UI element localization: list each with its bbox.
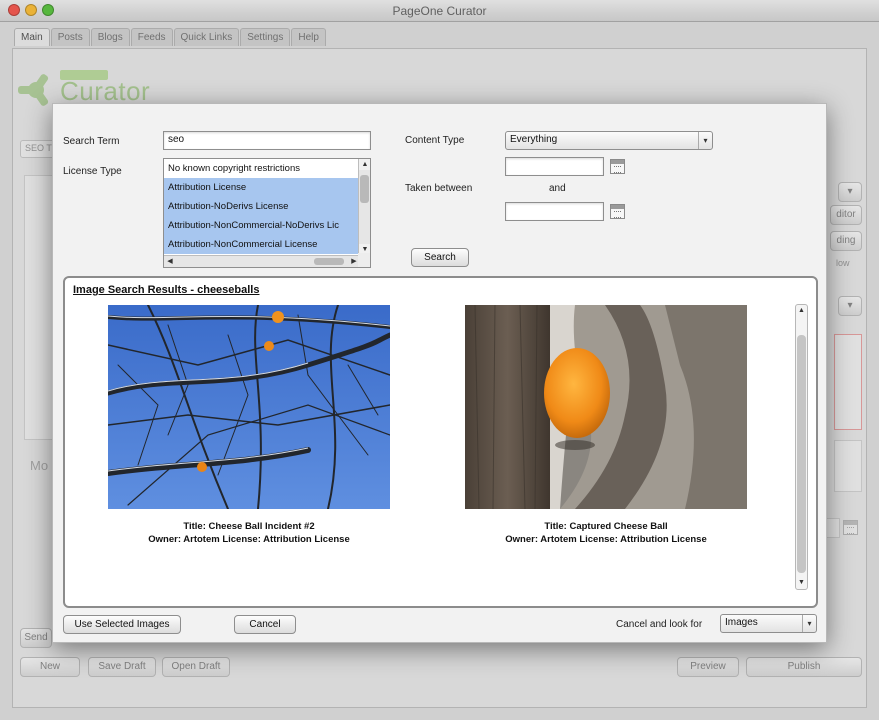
publish-button[interactable]: Publish bbox=[746, 657, 862, 677]
window-title: PageOne Curator bbox=[392, 4, 487, 18]
chevron-down-icon: ▾ bbox=[698, 132, 712, 149]
result-image-2[interactable] bbox=[465, 305, 747, 509]
content-type-label: Content Type bbox=[405, 135, 465, 146]
result-title-2: Title: Captured Cheese Ball bbox=[544, 521, 668, 532]
tab-feeds[interactable]: Feeds bbox=[130, 28, 173, 46]
background-dropdown-2[interactable]: ▾ bbox=[838, 296, 862, 316]
tab-quick-links[interactable]: Quick Links bbox=[173, 28, 240, 46]
result-caption-2: Title: Captured Cheese Ball Owner: Artot… bbox=[465, 520, 747, 546]
result-owner-1: Owner: Artotem License: Attribution Lice… bbox=[148, 534, 350, 545]
result-title-1: Title: Cheese Ball Incident #2 bbox=[183, 521, 315, 532]
new-button[interactable]: New bbox=[20, 657, 80, 677]
look-for-select[interactable]: Images ▾ bbox=[720, 614, 817, 633]
scroll-thumb[interactable] bbox=[360, 175, 369, 203]
background-info-box bbox=[834, 440, 862, 492]
tab-help[interactable]: Help bbox=[291, 28, 326, 46]
results-title: Image Search Results - cheeseballs bbox=[73, 284, 260, 296]
background-editor-area bbox=[24, 175, 54, 440]
cancel-button[interactable]: Cancel bbox=[234, 615, 296, 634]
look-for-value: Images bbox=[725, 617, 758, 628]
background-editor-button[interactable]: ditor bbox=[830, 205, 862, 225]
license-options: No known copyright restrictions Attributi… bbox=[164, 159, 370, 254]
license-option[interactable]: Attribution-NoDerivs License bbox=[164, 197, 370, 216]
license-option[interactable]: No known copyright restrictions bbox=[164, 159, 370, 178]
scroll-up-arrow-icon[interactable]: ▲ bbox=[359, 159, 370, 170]
license-list-vertical-scrollbar[interactable]: ▲ ▼ bbox=[358, 159, 370, 255]
tab-blogs[interactable]: Blogs bbox=[90, 28, 130, 46]
scroll-corner bbox=[358, 253, 370, 267]
license-type-label: License Type bbox=[63, 166, 122, 177]
license-type-list[interactable]: No known copyright restrictions Attributi… bbox=[163, 158, 371, 268]
results-scroll-thumb[interactable] bbox=[797, 335, 806, 573]
horizontal-scroll-thumb[interactable] bbox=[314, 258, 344, 265]
tab-settings[interactable]: Settings bbox=[240, 28, 291, 46]
results-scroll-up-icon[interactable]: ▲ bbox=[796, 305, 807, 317]
background-flow-label: low bbox=[836, 258, 850, 268]
result-card-2[interactable]: Title: Captured Cheese Ball Owner: Artot… bbox=[465, 305, 747, 546]
image-search-results-panel: Image Search Results - cheeseballs Title… bbox=[63, 276, 818, 608]
license-option[interactable]: Attribution-NonCommercial License bbox=[164, 235, 370, 254]
scroll-left-arrow-icon[interactable]: ◀ bbox=[164, 256, 176, 267]
main-tab-bar: Main Posts Blogs Feeds Quick Links Setti… bbox=[14, 28, 327, 46]
background-more-label: Mo bbox=[30, 458, 49, 473]
use-selected-images-button[interactable]: Use Selected Images bbox=[63, 615, 181, 634]
taken-between-label: Taken between bbox=[405, 183, 473, 194]
background-calendar-icon[interactable] bbox=[843, 520, 858, 535]
tab-main[interactable]: Main bbox=[14, 28, 50, 46]
result-owner-2: Owner: Artotem License: Attribution Lice… bbox=[505, 534, 707, 545]
license-option[interactable]: Attribution-NonCommercial-NoDerivs Lic bbox=[164, 216, 370, 235]
title-bar: PageOne Curator bbox=[0, 0, 879, 22]
background-warning-box bbox=[834, 334, 862, 430]
search-term-label: Search Term bbox=[63, 136, 120, 147]
open-draft-button[interactable]: Open Draft bbox=[162, 657, 230, 677]
chevron-down-icon: ▾ bbox=[802, 615, 816, 632]
and-label: and bbox=[549, 183, 566, 194]
date-to-calendar-icon[interactable] bbox=[610, 204, 625, 219]
content-type-value: Everything bbox=[510, 134, 558, 145]
image-search-dialog: Search Term seo License Type No known co… bbox=[52, 103, 827, 643]
cancel-and-look-for-label: Cancel and look for bbox=[616, 619, 703, 630]
date-to-input[interactable] bbox=[505, 202, 604, 221]
save-draft-button[interactable]: Save Draft bbox=[88, 657, 156, 677]
search-term-input[interactable]: seo bbox=[163, 131, 371, 150]
result-image-1[interactable] bbox=[108, 305, 390, 509]
results-vertical-scrollbar[interactable]: ▲ ▼ bbox=[795, 304, 808, 590]
search-button[interactable]: Search bbox=[411, 248, 469, 267]
date-from-input[interactable] bbox=[505, 157, 604, 176]
curator-logo-icon bbox=[18, 74, 49, 106]
results-scroll-down-icon[interactable]: ▼ bbox=[796, 577, 807, 589]
background-send-button[interactable]: Send bbox=[20, 628, 52, 648]
result-card-1[interactable]: Title: Cheese Ball Incident #2 Owner: Ar… bbox=[108, 305, 390, 546]
background-dropdown[interactable]: ▾ bbox=[838, 182, 862, 202]
background-loading-button[interactable]: ding bbox=[830, 231, 862, 251]
date-from-calendar-icon[interactable] bbox=[610, 159, 625, 174]
content-type-select[interactable]: Everything ▾ bbox=[505, 131, 713, 150]
preview-button[interactable]: Preview bbox=[677, 657, 739, 677]
license-list-horizontal-scrollbar[interactable]: ◀ ▶ bbox=[164, 255, 360, 267]
result-caption-1: Title: Cheese Ball Incident #2 Owner: Ar… bbox=[108, 520, 390, 546]
tab-posts[interactable]: Posts bbox=[50, 28, 90, 46]
license-option[interactable]: Attribution License bbox=[164, 178, 370, 197]
